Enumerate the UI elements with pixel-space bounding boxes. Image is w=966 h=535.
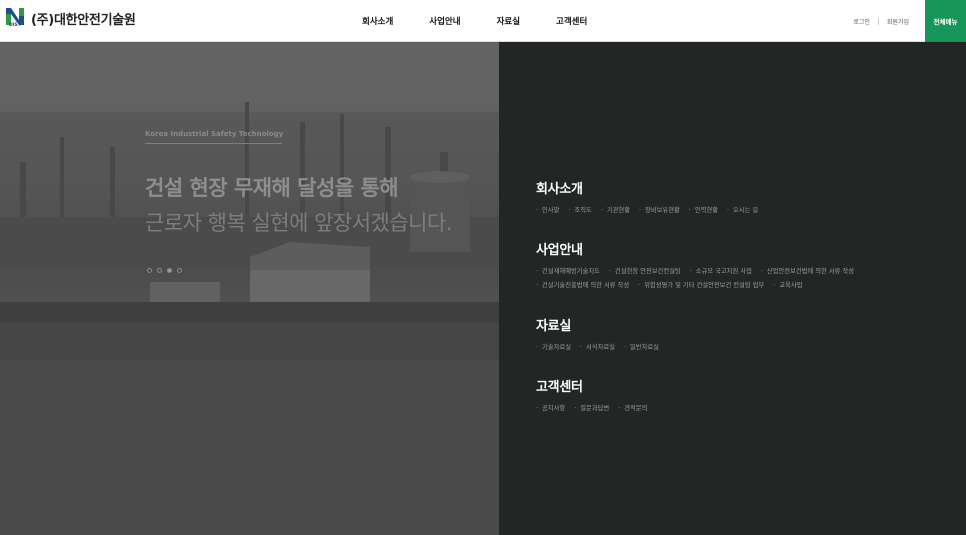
submenu-row: 건설기술진흥법에 의한 서류 작성 위험성평가 및 기타 건설안전보건 컨설팅 업… bbox=[536, 279, 863, 293]
submenu-support: 공지사항 질문과답변 견적문의 bbox=[536, 402, 656, 416]
submenu-item[interactable]: 오시는 길 bbox=[727, 207, 758, 214]
hero-title-line2: 근로자 행복 실현에 앞장서겠습니다. bbox=[145, 211, 453, 235]
all-menu-button[interactable]: 전체메뉴 bbox=[925, 0, 966, 42]
dim-overlay bbox=[0, 360, 499, 535]
submenu-item[interactable]: 기관현황 bbox=[601, 207, 630, 214]
submenu-resources: 기술자료실 서식자료실 일반자료실 bbox=[536, 341, 668, 355]
submenu-company: 인사말 조직도 기관현황 장비보유현황 인력현황 오시는 길 bbox=[536, 204, 767, 218]
submenu-item[interactable]: 산업안전보건법에 의한 서류 작성 bbox=[761, 268, 854, 275]
menu-title-business[interactable]: 사업안내 bbox=[536, 239, 863, 258]
submenu-row: 건설재해예방기술지도 건설현장 안전보건컨설팅 소규모 국고지원 사업 산업안전보건법… bbox=[536, 265, 863, 279]
submenu-item[interactable]: 인력현황 bbox=[689, 207, 718, 214]
menu-section-support: 고객센터 공지사항 질문과답변 견적문의 bbox=[536, 376, 656, 416]
submenu-item[interactable]: 장비보유현황 bbox=[639, 207, 680, 214]
nav-resources[interactable]: 자료실 bbox=[497, 15, 520, 27]
submenu-item[interactable]: 소규모 국고지원 사업 bbox=[690, 268, 752, 275]
util-links: 로그인 회원가입 bbox=[853, 0, 909, 42]
nav-company[interactable]: 회사소개 bbox=[362, 15, 393, 27]
full-menu-panel: 회사소개 인사말 조직도 기관현황 장비보유현황 인력현황 오시는 길 사업안내 건설재해… bbox=[499, 42, 966, 535]
slide-dot[interactable] bbox=[157, 268, 162, 273]
submenu-item[interactable]: 일반자료실 bbox=[624, 344, 659, 351]
submenu-item[interactable]: 건설재해예방기술지도 bbox=[536, 268, 600, 275]
site-header: DIST (주)대한안전기술원 회사소개 사업안내 자료실 고객센터 로그인 회… bbox=[0, 0, 966, 42]
submenu-item[interactable]: 서식자료실 bbox=[580, 344, 615, 351]
submenu-item[interactable]: 견적문의 bbox=[618, 405, 647, 412]
submenu-item[interactable]: 공지사항 bbox=[536, 405, 565, 412]
main-nav: 회사소개 사업안내 자료실 고객센터 bbox=[362, 0, 587, 42]
submenu-item[interactable]: 건설기술진흥법에 의한 서류 작성 bbox=[536, 282, 629, 289]
logo-sub: DIST bbox=[9, 23, 21, 28]
hero-title-line1: 건설 현장 무재해 달성을 통해 bbox=[145, 176, 399, 200]
menu-title-resources[interactable]: 자료실 bbox=[536, 315, 668, 334]
hero-divider bbox=[145, 143, 282, 144]
util-divider bbox=[877, 17, 879, 25]
menu-section-company: 회사소개 인사말 조직도 기관현황 장비보유현황 인력현황 오시는 길 bbox=[536, 178, 767, 218]
hero-banner: Korea Industrial Safety Technology 건설 현장… bbox=[0, 42, 499, 360]
hero-eyebrow: Korea Industrial Safety Technology bbox=[145, 130, 284, 138]
slide-dot-active[interactable] bbox=[167, 268, 172, 273]
submenu-item[interactable]: 인사말 bbox=[536, 207, 559, 214]
slide-dot[interactable] bbox=[177, 268, 182, 273]
submenu-item[interactable]: 기술자료실 bbox=[536, 344, 571, 351]
slide-dot[interactable] bbox=[147, 268, 152, 273]
signup-link[interactable]: 회원가입 bbox=[887, 17, 909, 26]
logo-mark-icon: DIST bbox=[4, 6, 26, 30]
menu-section-resources: 자료실 기술자료실 서식자료실 일반자료실 bbox=[536, 315, 668, 355]
login-link[interactable]: 로그인 bbox=[853, 17, 870, 26]
menu-section-business: 사업안내 건설재해예방기술지도 건설현장 안전보건컨설팅 소규모 국고지원 사업 산업… bbox=[536, 239, 863, 293]
submenu-item[interactable]: 교육사업 bbox=[773, 282, 802, 289]
slide-pagination bbox=[147, 268, 187, 273]
submenu-item[interactable]: 위험성평가 및 기타 건설안전보건 컨설팅 업무 bbox=[638, 282, 764, 289]
submenu-item[interactable]: 질문과답변 bbox=[574, 405, 609, 412]
logo-name: (주)대한안전기술원 bbox=[31, 12, 136, 28]
nav-support[interactable]: 고객센터 bbox=[556, 15, 587, 27]
menu-title-company[interactable]: 회사소개 bbox=[536, 178, 767, 197]
submenu-item[interactable]: 건설현장 안전보건컨설팅 bbox=[609, 268, 681, 275]
nav-business[interactable]: 사업안내 bbox=[429, 15, 460, 27]
logo[interactable]: DIST (주)대한안전기술원 bbox=[4, 6, 136, 30]
submenu-business: 건설재해예방기술지도 건설현장 안전보건컨설팅 소규모 국고지원 사업 산업안전보건법… bbox=[536, 265, 863, 293]
submenu-item[interactable]: 조직도 bbox=[568, 207, 591, 214]
menu-title-support[interactable]: 고객센터 bbox=[536, 376, 656, 395]
